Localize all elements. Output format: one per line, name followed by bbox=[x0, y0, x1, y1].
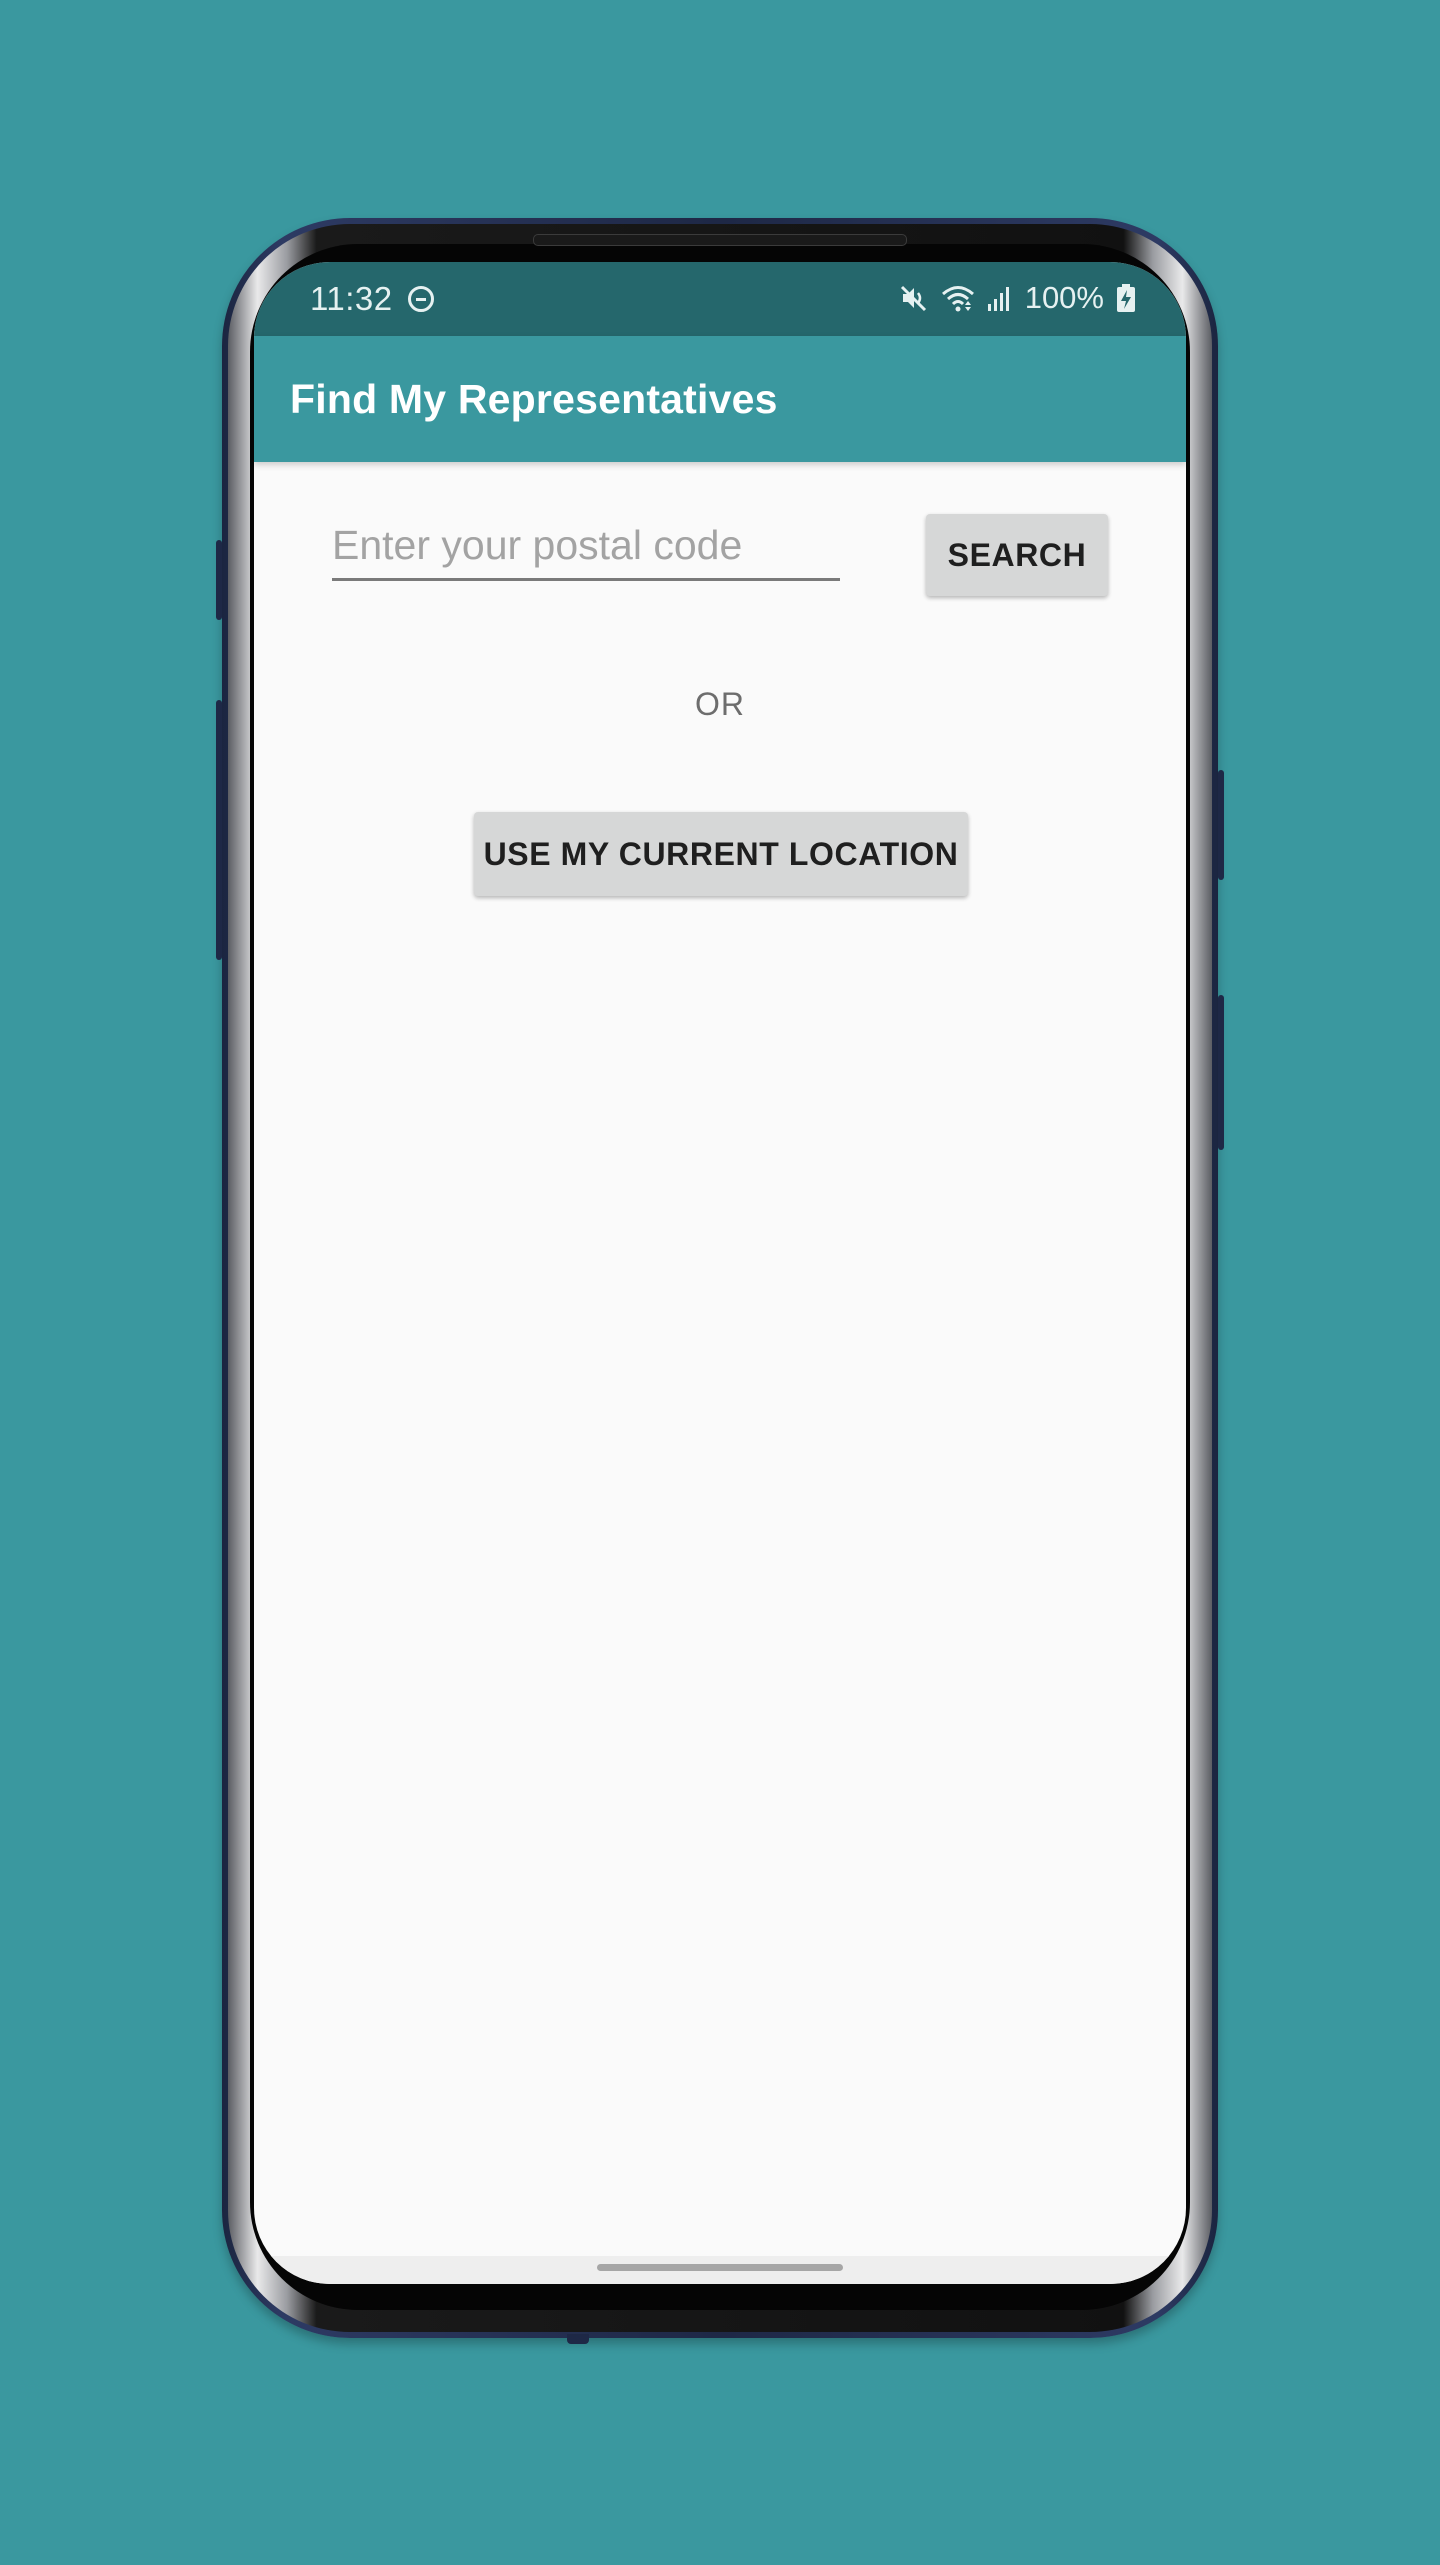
app-bar: Find My Representatives bbox=[254, 336, 1186, 462]
postal-code-input[interactable] bbox=[332, 512, 840, 581]
signal-icon bbox=[987, 284, 1013, 312]
battery-charging-icon bbox=[1116, 283, 1136, 313]
side-key bbox=[1218, 995, 1224, 1150]
wifi-icon bbox=[941, 283, 975, 313]
bixby-button bbox=[216, 540, 222, 620]
search-button[interactable]: SEARCH bbox=[926, 514, 1108, 596]
volume-button bbox=[216, 700, 222, 960]
use-current-location-button[interactable]: USE MY CURRENT LOCATION bbox=[474, 812, 968, 896]
status-icons: 100% bbox=[899, 280, 1136, 316]
page-title: Find My Representatives bbox=[290, 376, 778, 422]
charging-port bbox=[567, 2334, 589, 2344]
phone-screen: 11:32 100% Find My Representatives Enter… bbox=[254, 262, 1186, 2284]
status-time: 11:32 bbox=[310, 280, 393, 317]
battery-percentage: 100% bbox=[1024, 280, 1104, 315]
power-button bbox=[1218, 770, 1224, 880]
earpiece-speaker bbox=[533, 234, 907, 246]
status-bar: 11:32 100% bbox=[254, 262, 1186, 336]
mute-icon bbox=[899, 283, 929, 313]
do-not-disturb-icon bbox=[408, 286, 434, 312]
home-indicator[interactable] bbox=[597, 2264, 843, 2271]
or-divider-label: OR bbox=[695, 686, 745, 722]
